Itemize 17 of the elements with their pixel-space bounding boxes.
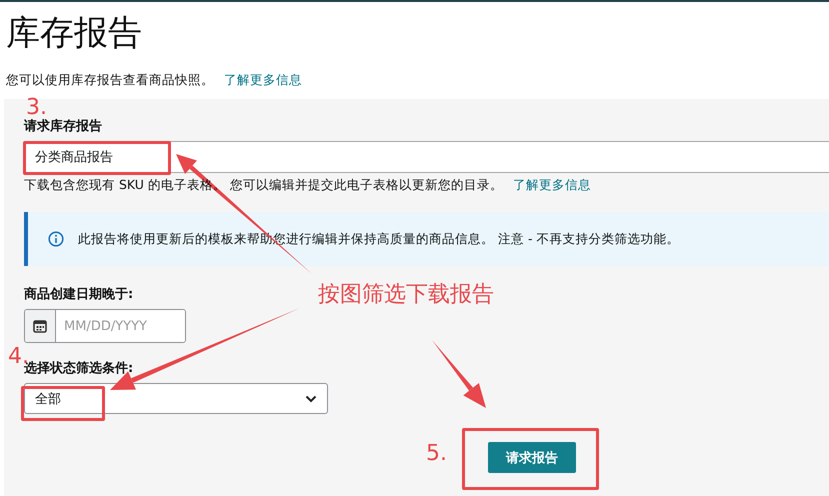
chevron-down-icon bbox=[305, 394, 317, 402]
report-type-dropdown[interactable]: 分类商品报告 bbox=[24, 141, 829, 173]
status-filter-dropdown[interactable]: 全部 bbox=[24, 383, 328, 414]
calendar-icon[interactable] bbox=[25, 310, 56, 342]
annotation-caption: 按图筛选下载报告 bbox=[318, 282, 494, 308]
report-type-label: 请求库存报告 bbox=[24, 118, 102, 135]
date-label: 商品创建日期晚于: bbox=[24, 286, 134, 303]
date-field[interactable]: MM/DD/YYYY bbox=[24, 309, 186, 343]
info-icon bbox=[48, 231, 64, 247]
step-number: 3. bbox=[26, 96, 47, 120]
annotation-arrow bbox=[432, 340, 486, 408]
learn-more-link[interactable]: 了解更多信息 bbox=[224, 72, 302, 89]
step-number: 5. bbox=[426, 442, 447, 466]
request-report-button[interactable]: 请求报告 bbox=[488, 442, 576, 473]
learn-more-link[interactable]: 了解更多信息 bbox=[512, 177, 591, 194]
page-title: 库存报告 bbox=[6, 12, 143, 54]
intro-text: 您可以使用库存报告查看商品快照。 bbox=[6, 72, 214, 89]
